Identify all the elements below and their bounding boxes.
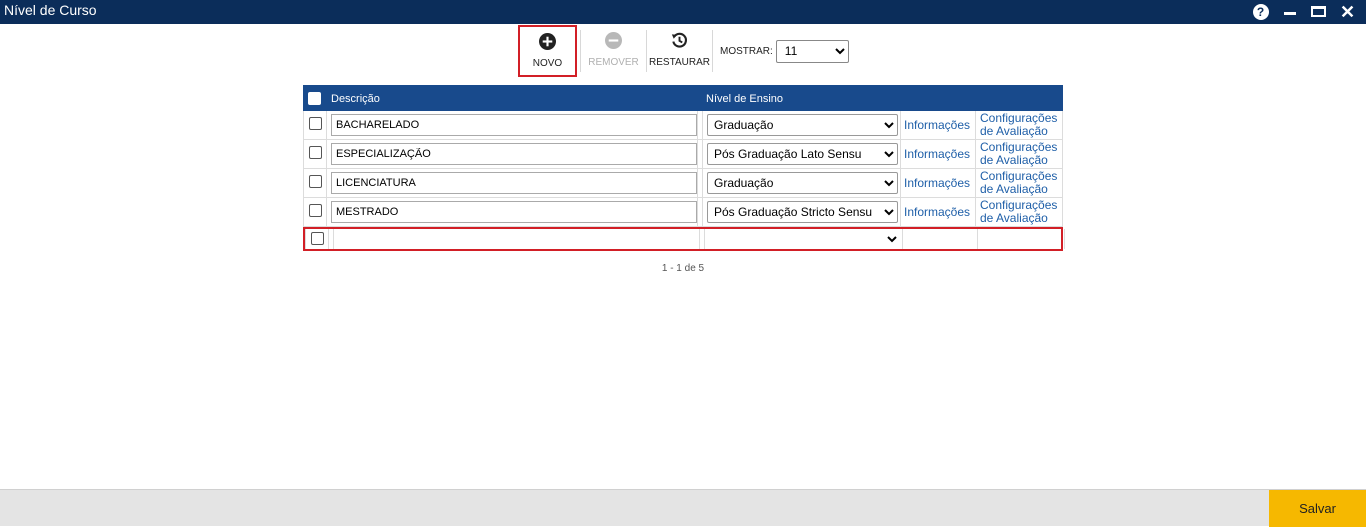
description-field[interactable] <box>331 172 697 194</box>
toolbar-separator <box>580 30 581 72</box>
toolbar-separator <box>646 30 647 72</box>
footer-bar: Salvar <box>0 489 1366 527</box>
close-icon: ✕ <box>1339 1 1356 22</box>
new-description-field[interactable] <box>333 229 699 249</box>
new-table-row <box>303 227 1065 251</box>
save-button[interactable]: Salvar <box>1269 490 1366 527</box>
restore-data-button[interactable]: RESTAURAR <box>649 25 710 77</box>
minimize-button[interactable] <box>1281 3 1298 20</box>
page-size-label: MOSTRAR: <box>720 45 773 57</box>
level-select[interactable]: Graduação <box>707 172 898 194</box>
info-link[interactable]: Informações <box>904 176 970 190</box>
window-title: Nível de Curso <box>4 2 97 18</box>
window-controls: ? ✕ <box>1252 1 1356 22</box>
minus-circle-icon <box>605 32 622 49</box>
select-all-checkbox[interactable] <box>308 92 321 105</box>
restore-data-label: RESTAURAR <box>649 57 710 68</box>
remove-button-label: REMOVER <box>588 57 639 68</box>
new-button[interactable]: NOVO <box>518 25 577 77</box>
table-row: Pós Graduação Lato Sensu Informações Con… <box>303 140 1063 169</box>
help-button[interactable]: ? <box>1252 3 1269 20</box>
history-icon <box>671 32 687 48</box>
page-size-select[interactable]: 11 <box>775 39 849 63</box>
evaluation-config-link[interactable]: Configurações de Avaliação <box>980 199 1064 225</box>
level-select[interactable]: Pós Graduação Stricto Sensu <box>707 201 898 223</box>
info-link[interactable]: Informações <box>904 205 970 219</box>
close-button[interactable]: ✕ <box>1339 1 1356 22</box>
remove-button[interactable]: REMOVER <box>584 25 643 77</box>
row-checkbox[interactable] <box>309 146 322 159</box>
grid-header: Descrição Nível de Ensino <box>303 85 1063 111</box>
plus-circle-icon <box>539 33 556 50</box>
restore-button[interactable] <box>1310 3 1327 20</box>
toolbar-separator <box>712 30 713 72</box>
pagination-info: 1 - 1 de 5 <box>661 263 705 274</box>
level-select[interactable]: Pós Graduação Lato Sensu <box>707 143 898 165</box>
evaluation-config-link[interactable]: Configurações de Avaliação <box>980 112 1064 138</box>
level-select[interactable]: Graduação <box>707 114 898 136</box>
window-titlebar: Nível de Curso ? ✕ <box>0 0 1366 24</box>
column-header-description: Descrição <box>331 93 380 105</box>
minimize-icon <box>1283 12 1296 15</box>
page-size-control: MOSTRAR: 11 <box>720 25 849 77</box>
table-row: Pós Graduação Stricto Sensu Informações … <box>303 198 1063 227</box>
help-icon: ? <box>1252 3 1269 20</box>
table-row: Graduação Informações Configurações de A… <box>303 169 1063 198</box>
new-level-select[interactable] <box>709 229 900 249</box>
row-checkbox[interactable] <box>309 204 322 217</box>
toolbar: NOVO REMOVER RESTAURAR MOSTRAR: 11 <box>518 25 849 77</box>
description-field[interactable] <box>331 114 697 136</box>
description-field[interactable] <box>331 143 697 165</box>
description-field[interactable] <box>331 201 697 223</box>
row-checkbox[interactable] <box>309 117 322 130</box>
evaluation-config-link[interactable]: Configurações de Avaliação <box>980 141 1064 167</box>
info-link[interactable]: Informações <box>904 118 970 132</box>
row-checkbox[interactable] <box>309 175 322 188</box>
row-checkbox[interactable] <box>311 232 324 245</box>
table-row: Graduação Informações Configurações de A… <box>303 111 1063 140</box>
info-link[interactable]: Informações <box>904 147 970 161</box>
column-header-level: Nível de Ensino <box>706 93 784 105</box>
evaluation-config-link[interactable]: Configurações de Avaliação <box>980 170 1064 196</box>
new-button-label: NOVO <box>532 58 563 69</box>
restore-icon <box>1311 6 1326 17</box>
course-level-grid: Descrição Nível de Ensino Graduação Info… <box>303 85 1065 274</box>
